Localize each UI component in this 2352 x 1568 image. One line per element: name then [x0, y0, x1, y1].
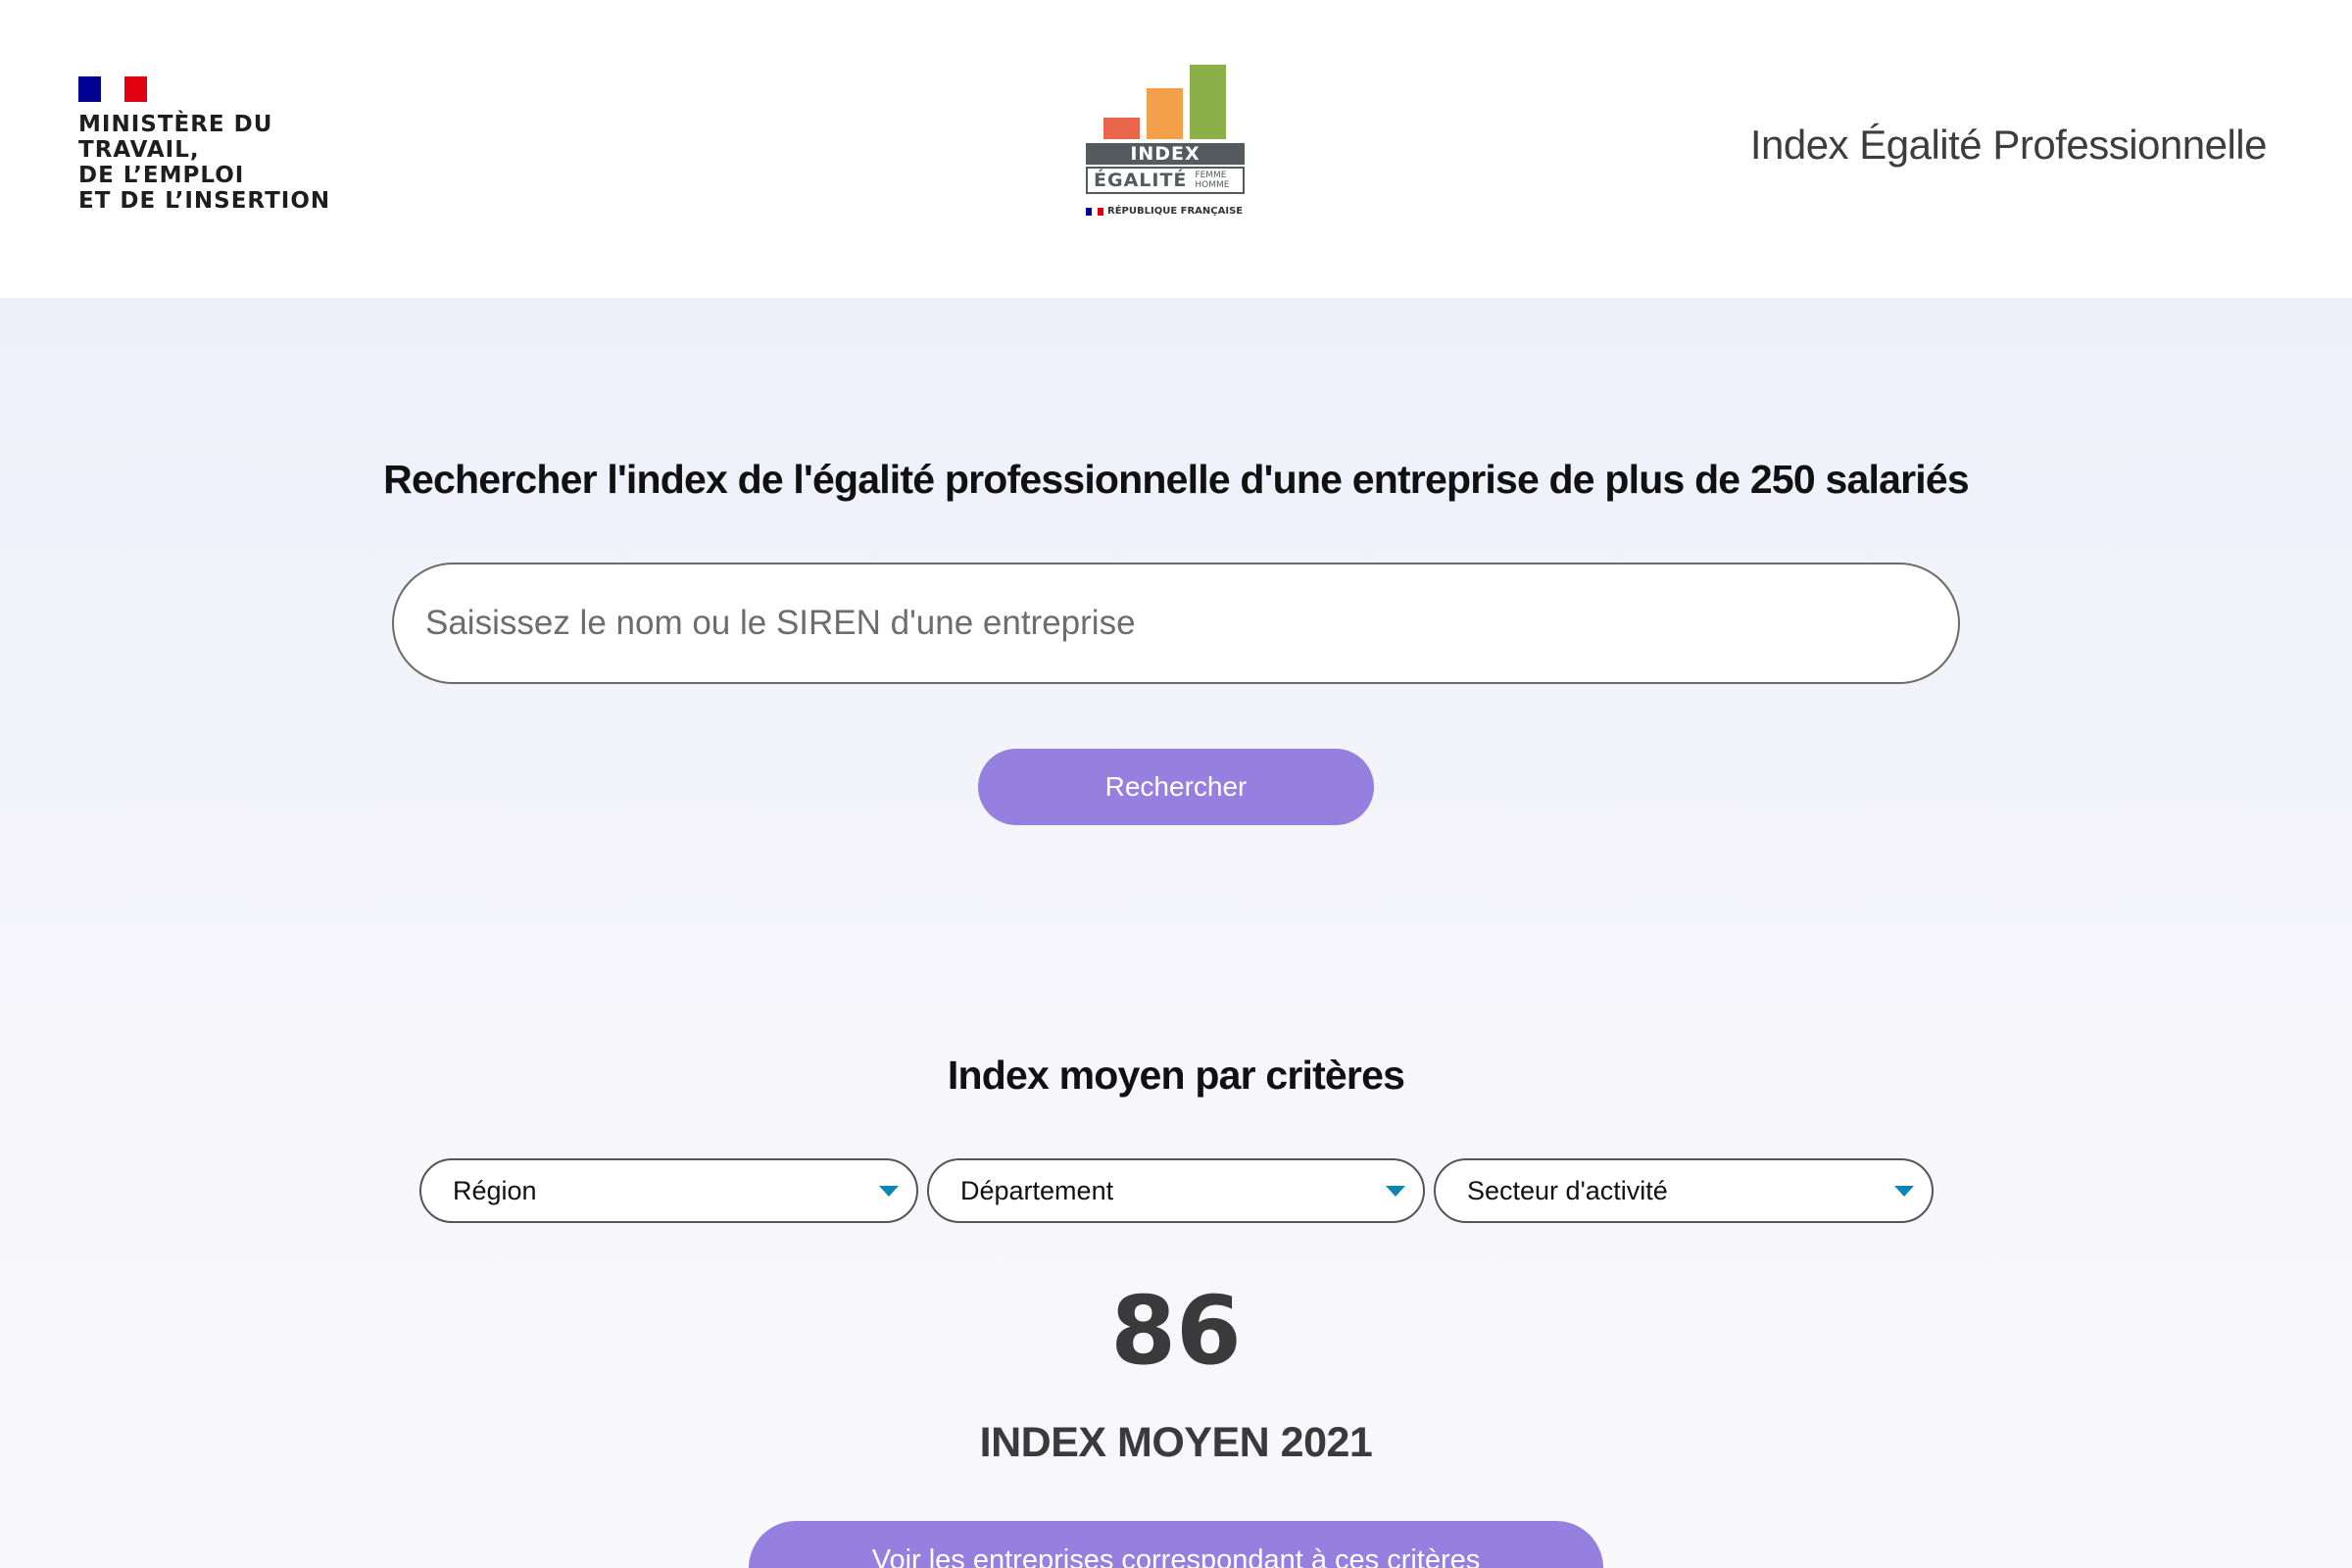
ministry-line: DE L’EMPLOI	[78, 163, 245, 188]
logo-femme-text: FEMME	[1195, 171, 1227, 180]
main-content: Rechercher l'index de l'égalité professi…	[0, 298, 2352, 1568]
search-heading: Rechercher l'index de l'égalité professi…	[383, 457, 1970, 502]
departement-select-label: Département	[960, 1175, 1114, 1205]
logo-bars-icon	[1103, 61, 1226, 139]
mini-flag-icon	[1086, 207, 1103, 216]
view-companies-button[interactable]: Voir les entreprises correspondant à ces…	[749, 1521, 1603, 1568]
ministry-line: ET DE L’INSERTION	[78, 188, 331, 214]
logo-index-text: INDEX	[1086, 143, 1245, 165]
ministry-line: MINISTÈRE DU	[78, 112, 273, 137]
chevron-down-icon	[1386, 1186, 1405, 1197]
secteur-select-label: Secteur d'activité	[1467, 1175, 1668, 1205]
french-flag-icon	[78, 76, 147, 102]
chevron-down-icon	[879, 1186, 899, 1197]
search-button[interactable]: Rechercher	[978, 749, 1374, 825]
chevron-down-icon	[1894, 1186, 1914, 1197]
logo-egalite-box: ÉGALITÉ FEMME HOMME	[1086, 167, 1245, 194]
company-search-input[interactable]	[392, 563, 1960, 684]
logo-egalite-text: ÉGALITÉ	[1094, 170, 1188, 191]
criteria-heading: Index moyen par critères	[947, 1053, 1405, 1098]
region-select-label: Région	[453, 1175, 537, 1205]
average-index-label: INDEX MOYEN 2021	[979, 1419, 1373, 1466]
logo-homme-text: HOMME	[1195, 180, 1230, 190]
region-select[interactable]: Région	[419, 1158, 918, 1223]
logo-republique: RÉPUBLIQUE FRANÇAISE	[1086, 206, 1243, 217]
index-egalite-logo[interactable]: INDEX ÉGALITÉ FEMME HOMME RÉPUBLIQUE FRA…	[1084, 61, 1247, 223]
logo-republique-text: RÉPUBLIQUE FRANÇAISE	[1107, 206, 1244, 217]
ministry-name: MINISTÈRE DU TRAVAIL, DE L’EMPLOI ET DE …	[78, 112, 330, 214]
site-title[interactable]: Index Égalité Professionnelle	[1750, 122, 2268, 169]
site-header: MINISTÈRE DU TRAVAIL, DE L’EMPLOI ET DE …	[0, 0, 2352, 298]
departement-select[interactable]: Département	[927, 1158, 1425, 1223]
ministry-line: TRAVAIL,	[78, 137, 200, 163]
logo-femme-homme: FEMME HOMME	[1195, 171, 1229, 190]
average-index-value: 86	[1110, 1276, 1242, 1386]
ministry-logo[interactable]: MINISTÈRE DU TRAVAIL, DE L’EMPLOI ET DE …	[78, 76, 330, 214]
secteur-select[interactable]: Secteur d'activité	[1434, 1158, 1934, 1223]
